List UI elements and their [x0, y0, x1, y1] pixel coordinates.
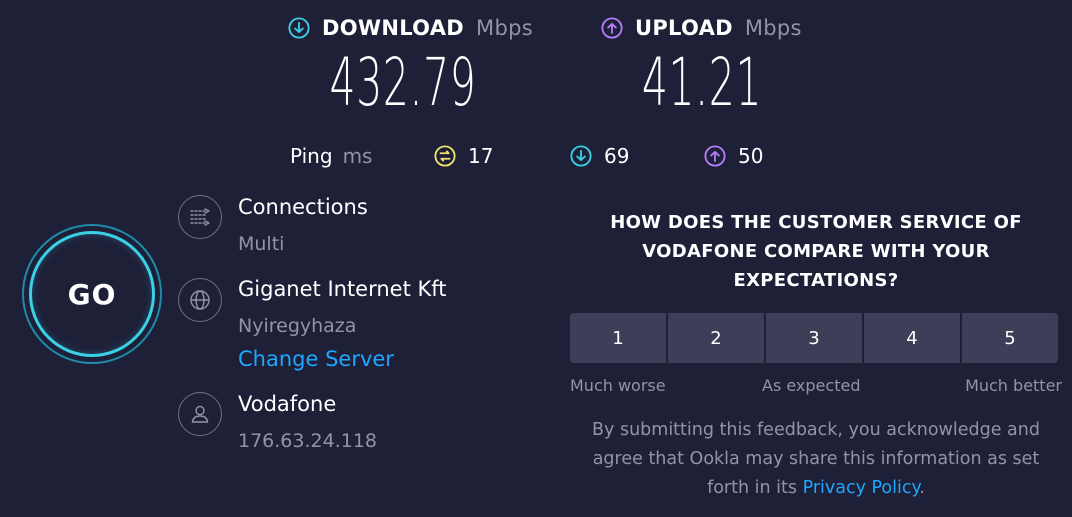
globe-icon	[178, 278, 222, 322]
download-latency-icon	[570, 145, 592, 167]
ping-download-value: 69	[604, 144, 630, 168]
upload-unit: Mbps	[744, 16, 802, 40]
download-speed-value: 432.79	[329, 44, 477, 121]
upload-arrow-icon	[601, 17, 623, 39]
ping-upload-value: 50	[738, 144, 764, 168]
provider-ip: 176.63.24.118	[238, 430, 378, 452]
survey-question-line: VODAFONE COMPARE WITH YOUR	[642, 241, 990, 262]
scale-high-label: Much better	[965, 376, 1062, 395]
scale-low-label: Much worse	[570, 376, 666, 395]
download-label: DOWNLOAD	[322, 16, 465, 40]
upload-speed-value: 41.21	[641, 44, 763, 121]
provider-name: Vodafone	[238, 392, 337, 416]
server-name: Giganet Internet Kft	[238, 277, 447, 301]
download-unit: Mbps	[476, 16, 533, 40]
go-button[interactable]: GO	[29, 231, 155, 357]
upload-header: UPLOAD Mbps	[601, 16, 802, 40]
survey-question: HOW DOES THE CUSTOMER SERVICE OF VODAFON…	[570, 208, 1062, 295]
upload-label: UPLOAD	[635, 16, 733, 40]
ping-idle-value: 17	[468, 144, 494, 168]
connections-value: Multi	[238, 233, 285, 255]
server-location: Nyiregyhaza	[238, 315, 357, 337]
ping-label: Ping	[290, 144, 333, 168]
change-server-link[interactable]: Change Server	[238, 347, 394, 371]
ping-label-group: Ping ms	[290, 144, 372, 168]
survey-question-line: EXPECTATIONS?	[733, 270, 899, 291]
disclaimer-line: By submitting this feedback, you acknowl…	[592, 420, 1040, 440]
scale-mid-label: As expected	[762, 376, 861, 395]
rating-option-2[interactable]: 2	[668, 313, 764, 363]
go-button-ring: GO	[22, 224, 162, 364]
disclaimer-suffix: .	[919, 478, 925, 498]
connections-icon	[178, 195, 222, 239]
ping-download: 69	[570, 144, 629, 168]
download-header: DOWNLOAD Mbps	[288, 16, 533, 40]
rating-option-4[interactable]: 4	[864, 313, 960, 363]
rating-option-3[interactable]: 3	[766, 313, 862, 363]
disclaimer-line: forth in its Privacy Policy.	[566, 474, 1066, 503]
rating-scale: 1 2 3 4 5	[570, 313, 1058, 363]
connections-title: Connections	[238, 195, 368, 219]
rating-option-1[interactable]: 1	[570, 313, 666, 363]
feedback-disclaimer: By submitting this feedback, you acknowl…	[566, 416, 1066, 503]
rating-option-5[interactable]: 5	[962, 313, 1058, 363]
idle-latency-icon	[434, 145, 456, 167]
user-icon	[178, 392, 222, 436]
ping-upload: 50	[704, 144, 763, 168]
disclaimer-prefix: forth in its	[707, 478, 797, 498]
upload-latency-icon	[704, 145, 726, 167]
ping-idle: 17	[434, 144, 493, 168]
disclaimer-line: agree that Ookla may share this informat…	[592, 449, 1040, 469]
download-arrow-icon	[288, 17, 310, 39]
ping-unit: ms	[342, 144, 373, 168]
survey-question-line: HOW DOES THE CUSTOMER SERVICE OF	[610, 212, 1022, 233]
privacy-policy-link[interactable]: Privacy Policy	[803, 478, 920, 498]
